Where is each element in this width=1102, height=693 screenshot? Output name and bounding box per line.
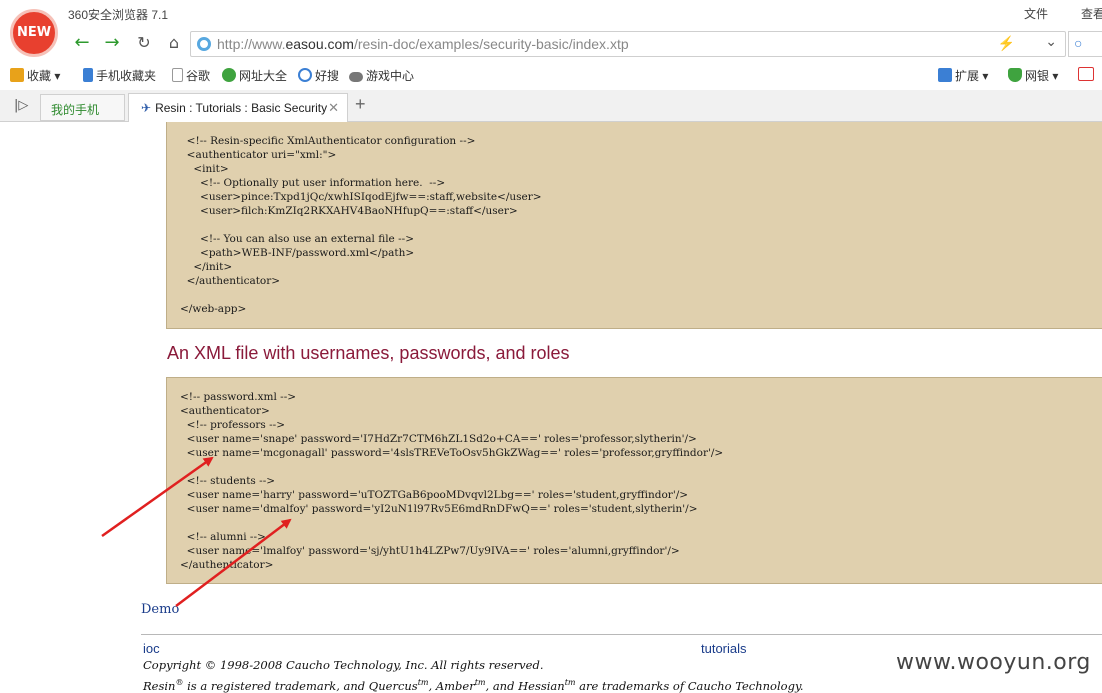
app-title: 360安全浏览器 7.1	[68, 8, 169, 22]
code-block-config: <!-- Resin-specific XmlAuthenticator con…	[166, 122, 1102, 329]
extension-icon	[938, 68, 952, 82]
bookmark-haosou[interactable]: 好搜	[298, 67, 339, 84]
browser-logo-icon[interactable]: NEW	[10, 9, 58, 57]
page-security-icon	[197, 37, 211, 51]
extensions-button[interactable]: 扩展 ▾	[938, 67, 988, 84]
code-config-text: <!-- Resin-specific XmlAuthenticator con…	[180, 135, 542, 315]
bookmarks-bar: 收藏 ▾ 手机收藏夹 谷歌 网址大全 好搜 游戏中心 扩展 ▾ 网银 ▾	[0, 60, 1102, 90]
page-content: <!-- Resin-specific XmlAuthenticator con…	[0, 122, 1102, 693]
tab-bar: |▷ 我的手机 ✈ Resin : Tutorials : Basic Secur…	[0, 90, 1102, 122]
search-box[interactable]: ○	[1068, 31, 1102, 57]
close-icon[interactable]: ✕	[328, 100, 339, 116]
favicon-icon: ✈	[141, 101, 152, 115]
watermark: www.wooyun.org	[896, 650, 1091, 675]
demo-link[interactable]: Demo	[141, 602, 179, 617]
code-passwords-text: <!-- password.xml --> <authenticator> <!…	[180, 391, 724, 571]
online-banking-button[interactable]: 网银 ▾	[1008, 67, 1058, 84]
bookmark-google[interactable]: 谷歌	[172, 67, 210, 84]
star-icon	[10, 68, 24, 82]
gamepad-icon	[349, 72, 363, 82]
globe-icon	[222, 68, 236, 82]
shield-icon	[1008, 68, 1022, 82]
address-bar[interactable]: http://www.easou.com/resin-doc/examples/…	[190, 31, 1066, 57]
footer-link-tutorials[interactable]: tutorials	[701, 641, 747, 656]
back-icon[interactable]: ←	[70, 32, 94, 56]
search-icon	[298, 68, 312, 82]
bookmark-games[interactable]: 游戏中心	[349, 67, 414, 84]
forward-icon[interactable]: →	[100, 32, 124, 56]
menu-file[interactable]: 文件	[1024, 5, 1048, 22]
url-text[interactable]: http://www.easou.com/resin-doc/examples/…	[217, 36, 629, 52]
tab-resin-tutorial[interactable]: ✈ Resin : Tutorials : Basic Security ✕	[128, 93, 348, 122]
menu-view[interactable]: 查看	[1081, 5, 1102, 22]
footer-link-ioc[interactable]: ioc	[143, 641, 160, 656]
new-tab-button[interactable]: +	[355, 94, 366, 115]
bookmark-favorites[interactable]: 收藏 ▾	[10, 67, 60, 84]
home-icon[interactable]: ⌂	[162, 32, 186, 56]
navigation-bar: ← → ↻ ⌂ http://www.easou.com/resin-doc/e…	[0, 28, 1102, 60]
translate-icon[interactable]	[1078, 67, 1097, 82]
search-icon[interactable]: ○	[1074, 35, 1082, 51]
trademark-text: Resin® is a registered trademark, and Qu…	[143, 678, 804, 693]
refresh-icon[interactable]: ↻	[132, 32, 156, 56]
page-icon	[172, 68, 183, 82]
chevron-down-icon[interactable]: ⌄	[1045, 34, 1057, 50]
footer-divider	[141, 634, 1102, 635]
copyright-text: Copyright © 1998-2008 Caucho Technology,…	[143, 658, 544, 672]
bookmark-mobile[interactable]: 手机收藏夹	[83, 67, 156, 84]
code-block-passwords: <!-- password.xml --> <authenticator> <!…	[166, 377, 1102, 584]
speed-icon[interactable]: ⚡	[998, 35, 1015, 52]
bookmark-sites[interactable]: 网址大全	[222, 67, 287, 84]
phone-icon	[83, 68, 93, 82]
title-bar: 360安全浏览器 7.1 文件 查看	[0, 0, 1102, 28]
section-heading: An XML file with usernames, passwords, a…	[167, 343, 570, 363]
sidebar-toggle-icon[interactable]: |▷	[14, 98, 28, 113]
tab-my-phone[interactable]: 我的手机	[40, 94, 125, 121]
